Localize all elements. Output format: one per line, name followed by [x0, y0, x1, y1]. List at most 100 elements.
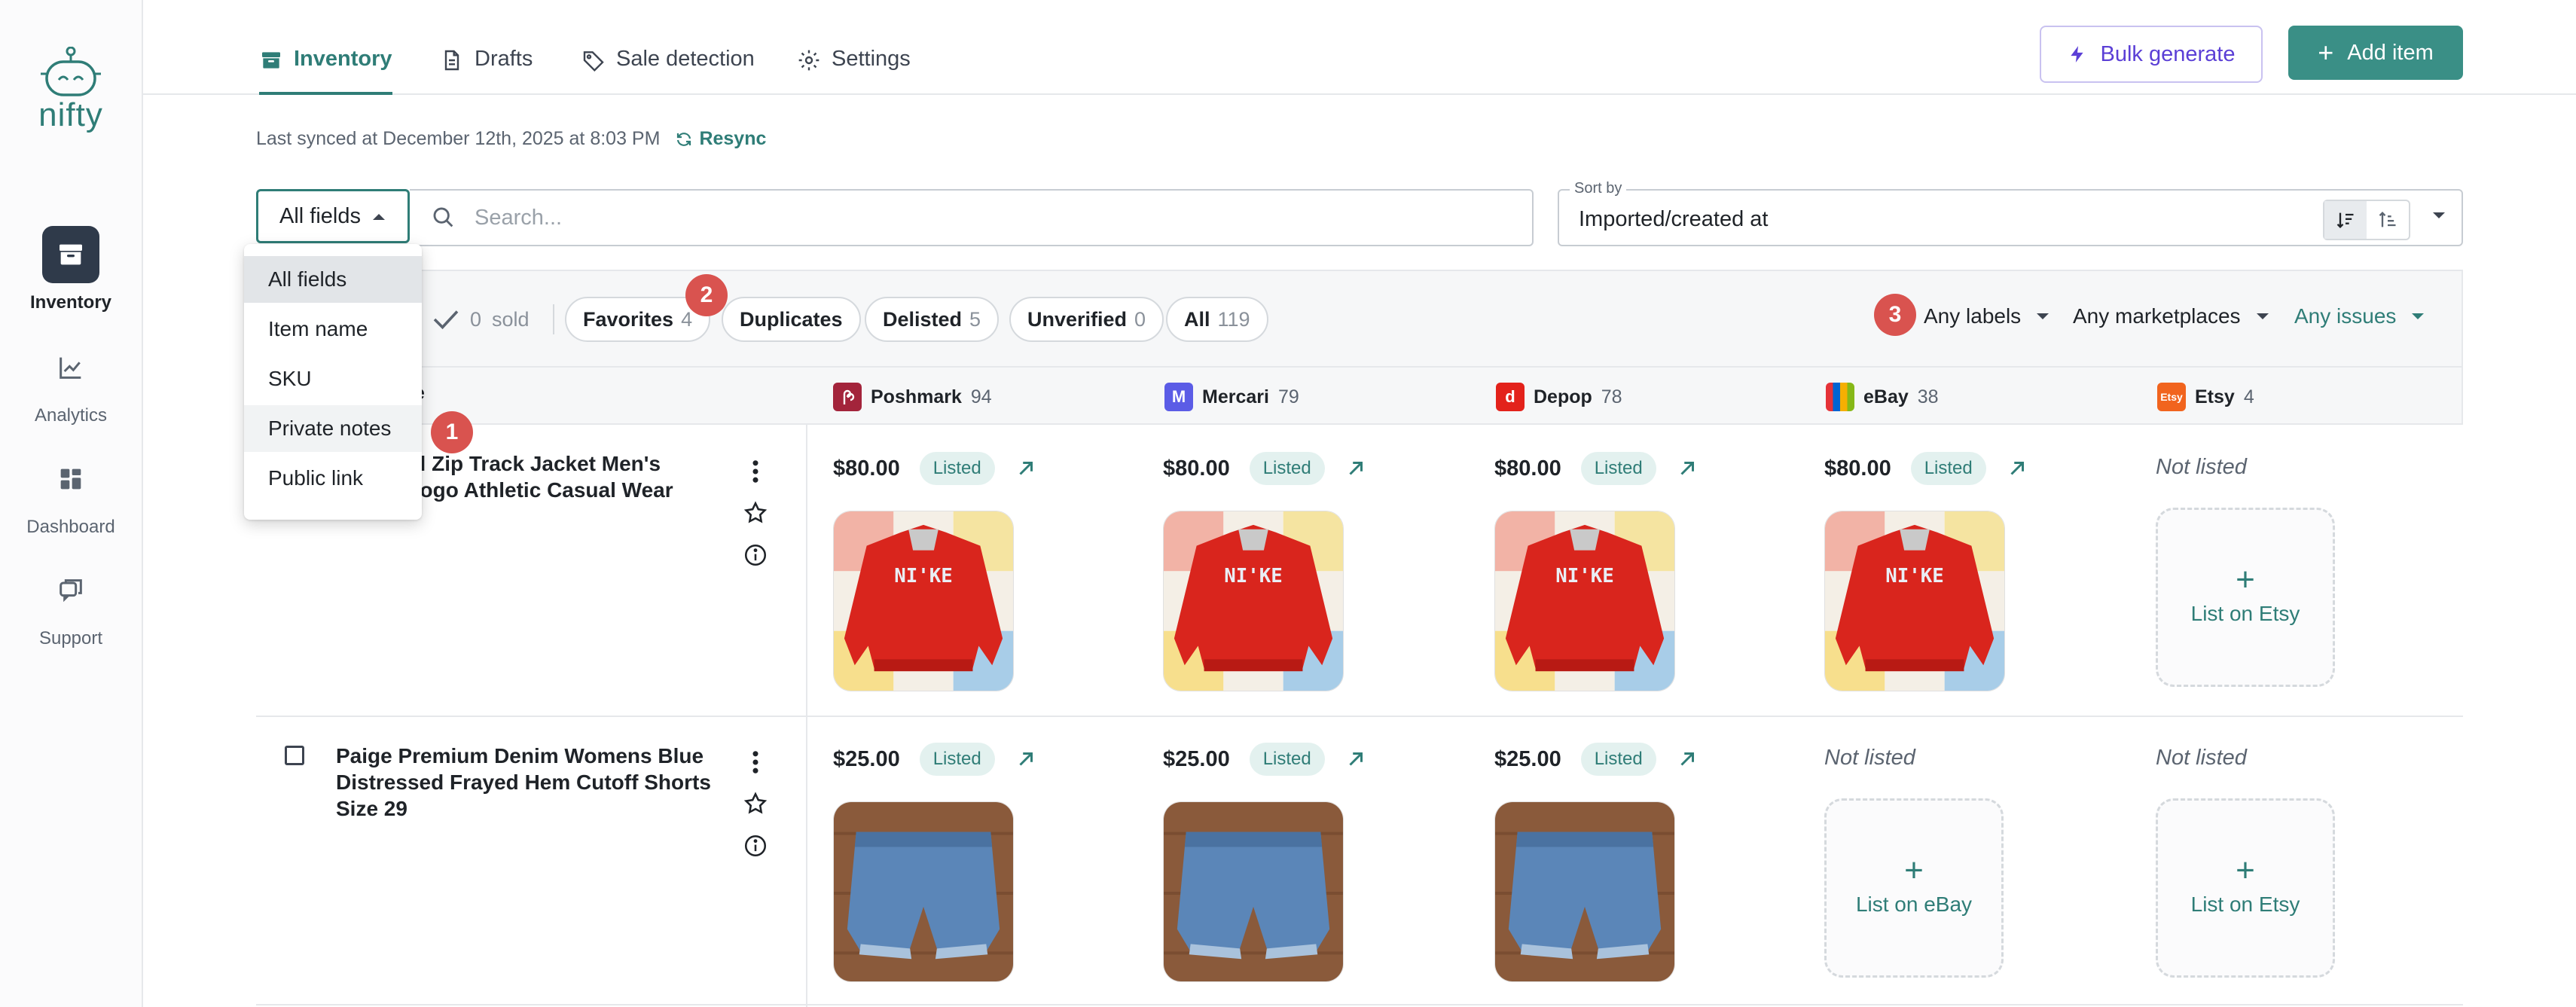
listed-badge: Listed [1580, 452, 1656, 485]
chip-label: Favorites [583, 307, 674, 331]
ebay-listing-status: $80.00 Listed [1824, 452, 2028, 485]
star-icon[interactable] [743, 791, 768, 816]
item-photo[interactable] [1494, 801, 1675, 982]
list-on-etsy-button[interactable]: + List on Etsy [2156, 798, 2335, 978]
sidebar-item-analytics[interactable]: Analytics [0, 339, 142, 426]
sort-ascending-button[interactable] [2367, 201, 2409, 239]
external-link-icon[interactable] [1344, 748, 1367, 771]
poshmark-logo-icon [833, 383, 862, 411]
item-photo[interactable] [1163, 511, 1344, 691]
divider [553, 304, 554, 334]
menu-item-item-name[interactable]: Item name [244, 306, 422, 352]
etsy-column-header[interactable]: Etsy Etsy 4 [2157, 383, 2254, 411]
issues-filter-dropdown[interactable]: Any issues [2294, 304, 2425, 328]
chip-count: 119 [1217, 307, 1250, 331]
external-link-icon[interactable] [1015, 457, 1037, 480]
search-input[interactable]: Search... [410, 189, 1534, 246]
item-photo[interactable] [1824, 511, 2005, 691]
add-item-label: Add item [2347, 40, 2434, 65]
search-field-select[interactable]: All fields [256, 189, 410, 243]
unverified-chip[interactable]: Unverified 0 [1009, 297, 1164, 342]
sidebar-item-dashboard[interactable]: Dashboard [0, 450, 142, 538]
mercari-listing-status: $25.00 Listed [1163, 743, 1367, 776]
last-synced-text: Last synced at December 12th, 2025 at 8:… [256, 128, 661, 149]
tab-drafts[interactable]: Drafts [440, 47, 533, 92]
chip-label: Unverified [1027, 307, 1128, 331]
external-link-icon[interactable] [2006, 457, 2028, 480]
search-field-value: All fields [279, 203, 361, 228]
listed-badge: Listed [919, 743, 995, 776]
resync-label: Resync [699, 128, 767, 149]
poshmark-column-header[interactable]: Poshmark 94 [833, 383, 992, 411]
check-icon [433, 310, 459, 330]
sort-value: Imported/created at [1579, 207, 1769, 231]
delisted-chip[interactable]: Delisted 5 [865, 297, 1000, 342]
plus-icon: + [2236, 561, 2255, 598]
marketplace-name: Depop [1534, 386, 1592, 407]
filter-bar: 0 sold Favorites 4 Duplicates Delisted 5… [256, 270, 2463, 368]
listing-price: $25.00 [1494, 746, 1561, 771]
caret-down-icon [2412, 313, 2425, 319]
marketplaces-filter-dropdown[interactable]: Any marketplaces [2073, 304, 2269, 328]
duplicates-chip[interactable]: Duplicates [722, 297, 861, 342]
marketplace-name: Etsy [2195, 386, 2235, 407]
depop-column-header[interactable]: d Depop 78 [1496, 383, 1622, 411]
external-link-icon[interactable] [1344, 457, 1367, 480]
menu-item-public-link[interactable]: Public link [244, 455, 422, 502]
tab-settings[interactable]: Settings [797, 47, 911, 92]
sync-status: Last synced at December 12th, 2025 at 8:… [256, 128, 766, 150]
star-icon[interactable] [743, 500, 768, 526]
mercari-column-header[interactable]: M Mercari 79 [1164, 383, 1299, 411]
chevron-down-icon[interactable] [2431, 212, 2446, 221]
logo[interactable]: nifty [30, 46, 111, 133]
tag-icon [583, 51, 604, 72]
caret-down-icon [2256, 313, 2269, 319]
external-link-icon[interactable] [1676, 457, 1699, 480]
search-placeholder: Search... [475, 205, 563, 230]
more-vertical-icon[interactable] [750, 750, 761, 774]
sort-select[interactable]: Sort by Imported/created at [1558, 180, 2463, 246]
info-icon[interactable] [743, 542, 768, 568]
list-on-etsy-button[interactable]: + List on Etsy [2156, 508, 2335, 687]
add-item-button[interactable]: + Add item [2288, 26, 2463, 80]
resync-link[interactable]: Resync [675, 128, 766, 150]
menu-item-sku[interactable]: SKU [244, 356, 422, 402]
marketplace-name: eBay [1863, 386, 1909, 407]
item-photo[interactable] [833, 801, 1014, 982]
item-title[interactable]: Paige Premium Denim Womens Blue Distress… [336, 743, 711, 822]
top-bar: Inventory Drafts Sale detection Settings… [142, 0, 2576, 95]
item-photo[interactable] [1494, 511, 1675, 691]
menu-item-all-fields[interactable]: All fields [244, 256, 422, 303]
sold-count: 0 [470, 307, 482, 331]
item-photo[interactable] [1163, 801, 1344, 982]
labels-filter-dropdown[interactable]: Any labels [1924, 304, 2050, 328]
refresh-icon [677, 132, 691, 146]
sort-descending-button[interactable] [2324, 201, 2367, 239]
listed-badge: Listed [1910, 452, 1986, 485]
sort-direction-toggle [2323, 200, 2410, 240]
sort-descending-icon [2336, 212, 2354, 228]
annotation-badge: 3 [1874, 294, 1916, 336]
item-title-line: Distressed Frayed Hem Cutoff Shorts [336, 771, 711, 794]
menu-item-private-notes[interactable]: Private notes [244, 405, 422, 452]
marketplace-count: 4 [2243, 386, 2254, 407]
ebay-column-header[interactable]: eBay 38 [1826, 383, 1939, 411]
list-on-ebay-button[interactable]: + List on eBay [1824, 798, 2004, 978]
sidebar-item-support[interactable]: Support [0, 562, 142, 649]
all-chip[interactable]: All 119 [1166, 297, 1268, 342]
table-row[interactable]: Paige Premium Denim Womens Blue Distress… [256, 717, 806, 1004]
depop-listing-status: $25.00 Listed [1494, 743, 1699, 776]
bulk-generate-button[interactable]: Bulk generate [2040, 26, 2263, 83]
item-photo[interactable] [833, 511, 1014, 691]
tab-sale-detection[interactable]: Sale detection [581, 47, 755, 92]
caret-down-icon [2037, 313, 2050, 319]
tab-inventory[interactable]: Inventory [259, 47, 392, 95]
info-icon[interactable] [743, 833, 768, 859]
external-link-icon[interactable] [1015, 748, 1037, 771]
sidebar-item-inventory[interactable]: Inventory [0, 226, 142, 313]
row-checkbox[interactable] [285, 746, 304, 765]
more-vertical-icon[interactable] [750, 459, 761, 484]
sold-filter[interactable]: 0 sold [432, 297, 530, 342]
external-link-icon[interactable] [1676, 748, 1699, 771]
annotation-badge: 1 [431, 411, 473, 453]
